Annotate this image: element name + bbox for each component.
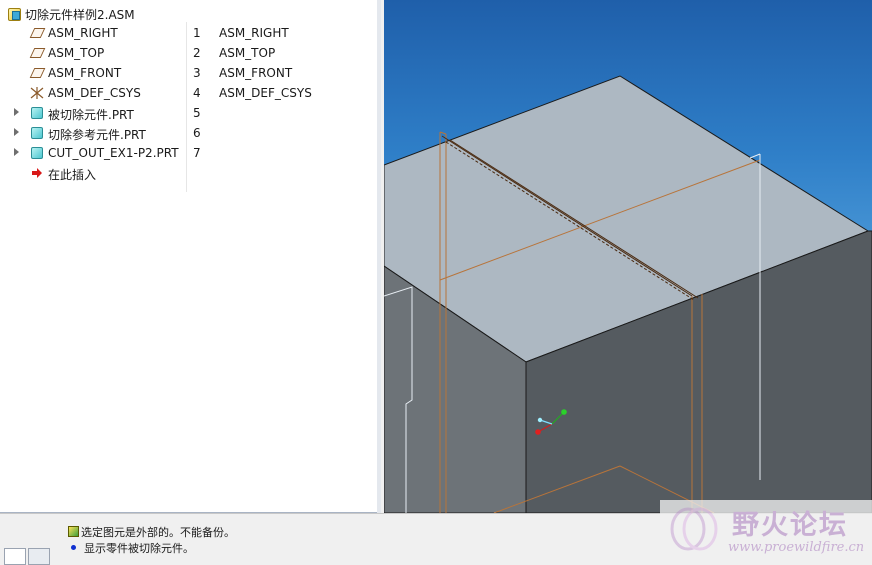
coordinate-system-icon <box>30 87 44 99</box>
tree-row-asm-def-csys[interactable]: ASM_DEF_CSYS 4 ASM_DEF_CSYS <box>0 84 376 102</box>
datum-plane-icon <box>29 48 46 58</box>
tree-row-part-6[interactable]: 切除参考元件.PRT 6 <box>0 124 376 142</box>
tree-row-column-value: ASM_FRONT <box>219 66 293 80</box>
tree-row-part-7[interactable]: CUT_OUT_EX1-P2.PRT 7 <box>0 144 376 162</box>
tree-row-asm-front[interactable]: ASM_FRONT 3 ASM_FRONT <box>0 64 376 82</box>
tree-row-number: 5 <box>193 106 201 120</box>
tree-root-label: 切除元件样例2.ASM <box>25 7 135 22</box>
message-text: 选定图元是外部的。不能备份。 <box>81 525 235 539</box>
tree-row-part-5[interactable]: 被切除元件.PRT 5 <box>0 104 376 122</box>
expand-arrow-icon[interactable] <box>14 148 19 156</box>
tree-row-name: ASM_TOP <box>48 46 105 60</box>
app-window: 切除元件样例2.ASM ASM_RIGHT 1 ASM_RIGHT ASM_TO… <box>0 0 872 565</box>
tree-row-name: 被切除元件.PRT <box>48 108 134 122</box>
watermark-title: 野火论坛 <box>732 510 848 541</box>
tree-row-name: ASM_FRONT <box>48 66 122 80</box>
part-icon <box>31 147 43 159</box>
forum-watermark: 野火论坛 www.proewildfire.cn <box>660 500 872 565</box>
watermark-logo <box>670 507 718 551</box>
info-bullet-icon <box>71 545 76 550</box>
model-geometry <box>384 75 872 513</box>
panel-resize-handle[interactable] <box>377 0 381 513</box>
tree-row-asm-top[interactable]: ASM_TOP 2 ASM_TOP <box>0 44 376 62</box>
message-line: 显示零件被切除元件。 <box>68 540 194 555</box>
tree-row-name: ASM_RIGHT <box>48 26 118 40</box>
datum-plane-icon <box>29 28 46 38</box>
tree-row-number: 4 <box>193 86 201 100</box>
assembly-icon <box>8 7 21 21</box>
part-icon <box>31 107 43 119</box>
graphics-viewport[interactable] <box>384 0 872 513</box>
insert-here-arrow-icon <box>32 168 42 178</box>
expand-arrow-icon[interactable] <box>14 128 19 136</box>
tree-row-column-value: ASM_DEF_CSYS <box>219 86 312 100</box>
tree-root-item[interactable]: 切除元件样例2.ASM <box>8 6 135 22</box>
datum-plane-icon <box>29 68 46 78</box>
tree-row-number: 7 <box>193 146 201 160</box>
tree-row-name: ASM_DEF_CSYS <box>48 86 141 100</box>
navigator-tabs <box>4 548 50 565</box>
tree-row-name: 在此插入 <box>48 168 97 182</box>
message-line: 选定图元是外部的。不能备份。 <box>68 524 235 539</box>
tree-row-name: CUT_OUT_EX1-P2.PRT <box>48 146 179 160</box>
tree-row-insert-here[interactable]: 在此插入 <box>0 164 376 182</box>
tree-row-name: 切除参考元件.PRT <box>48 128 146 142</box>
expand-arrow-icon[interactable] <box>14 108 19 116</box>
tree-row-number: 2 <box>193 46 201 60</box>
model-tree-tab-icon[interactable] <box>4 548 26 565</box>
watermark-url: www.proewildfire.cn <box>728 540 865 555</box>
tree-row-number: 1 <box>193 26 201 40</box>
layer-tree-tab-icon[interactable] <box>28 548 50 565</box>
tree-row-column-value: ASM_TOP <box>219 46 276 60</box>
warning-icon <box>68 526 79 537</box>
message-text: 显示零件被切除元件。 <box>84 541 194 555</box>
tree-row-asm-right[interactable]: ASM_RIGHT 1 ASM_RIGHT <box>0 24 376 42</box>
tree-row-number: 3 <box>193 66 201 80</box>
model-tree-panel[interactable]: 切除元件样例2.ASM ASM_RIGHT 1 ASM_RIGHT ASM_TO… <box>0 0 381 513</box>
tree-row-column-value: ASM_RIGHT <box>219 26 289 40</box>
part-icon <box>31 127 43 139</box>
tree-row-number: 6 <box>193 126 201 140</box>
